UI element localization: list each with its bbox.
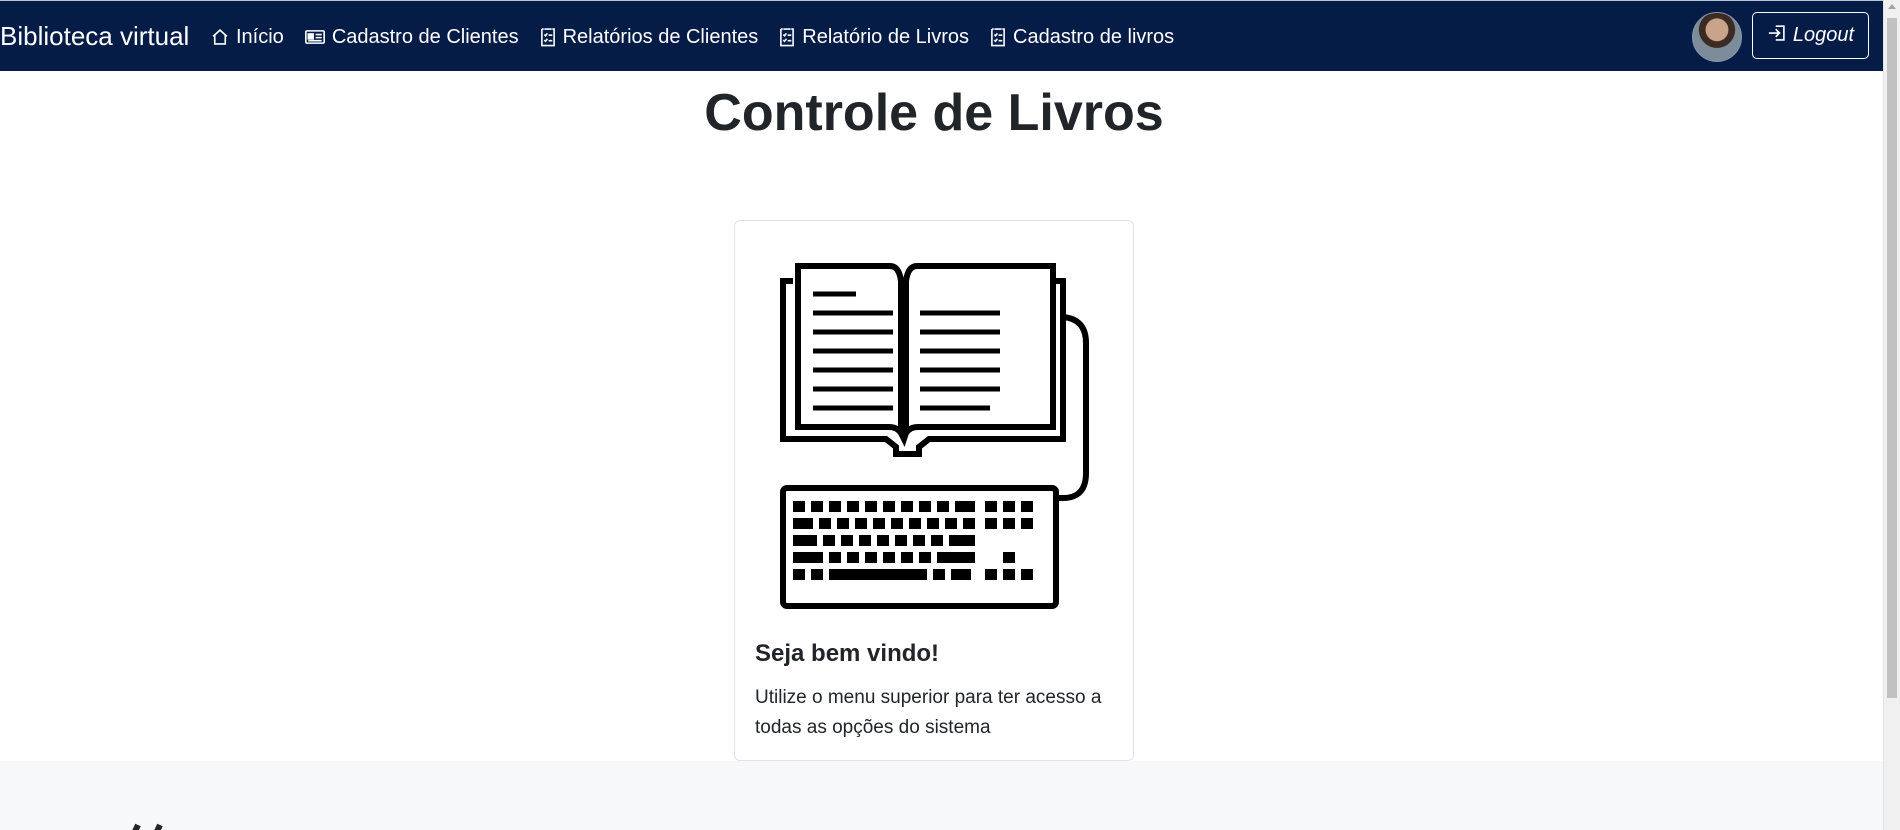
nav-item-relatorios-clientes[interactable]: Relatórios de Clientes <box>539 23 759 51</box>
checklist-icon <box>539 26 557 48</box>
nav-item-label: Início <box>236 26 284 48</box>
nav-item-label: Cadastro de Clientes <box>331 26 519 48</box>
welcome-card: Seja bem vindo! Utilize o menu superior … <box>734 220 1134 761</box>
house-icon <box>210 27 230 47</box>
book-keyboard-icon <box>780 263 1089 609</box>
nav-item-label: Cadastro de livros <box>1013 26 1175 48</box>
logout-button[interactable]: Logout <box>1752 12 1869 59</box>
scroll-up-arrow-icon[interactable] <box>1888 4 1896 9</box>
page-title: Controle de Livros <box>704 84 1164 142</box>
nav-item-label: Relatório de Livros <box>802 26 969 48</box>
vertical-scrollbar[interactable] <box>1883 0 1900 830</box>
scrollbar-thumb[interactable] <box>1887 18 1897 698</box>
nav-item-cadastro-livros[interactable]: Cadastro de livros <box>989 23 1174 51</box>
card-title: Seja bem vindo! <box>755 640 940 667</box>
nav-item-label: Relatórios de Clientes <box>562 26 759 48</box>
sign-in-icon <box>1767 23 1787 49</box>
nav-menu: Início Cadastro de Clientes Relatórios d… <box>210 23 1174 51</box>
checklist-icon <box>778 26 796 48</box>
nav-item-cadastro-clientes[interactable]: Cadastro de Clientes <box>304 23 519 51</box>
logout-label: Logout <box>1792 24 1855 46</box>
id-card-icon <box>304 27 326 47</box>
card-text: Utilize o menu superior para ter acesso … <box>755 687 1102 738</box>
user-avatar[interactable] <box>1692 12 1742 62</box>
top-navbar: Biblioteca virtual Início Cadastro de Cl… <box>0 0 1883 71</box>
nav-item-inicio[interactable]: Início <box>210 23 284 51</box>
lower-section <box>0 761 1883 830</box>
page: Biblioteca virtual Início Cadastro de Cl… <box>0 0 1900 830</box>
checklist-icon <box>989 26 1007 48</box>
partial-heading-glyph <box>120 809 240 830</box>
brand-link[interactable]: Biblioteca virtual <box>0 21 189 51</box>
nav-item-relatorio-livros[interactable]: Relatório de Livros <box>778 23 969 51</box>
